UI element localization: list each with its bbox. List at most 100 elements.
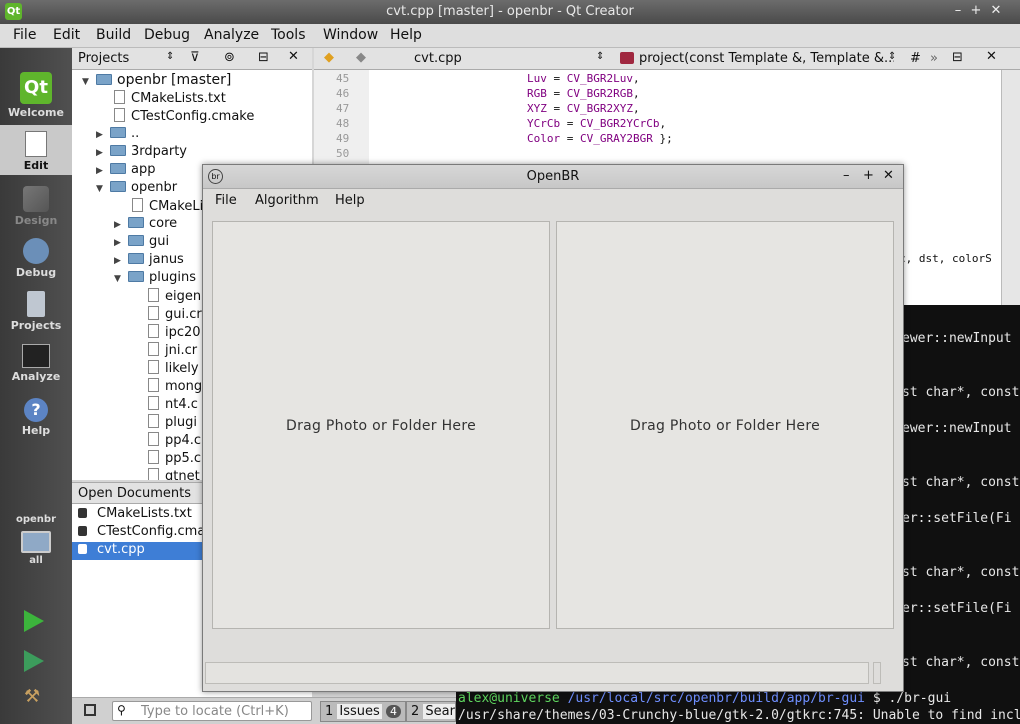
tree-item[interactable]: ▼ openbr [master]	[82, 72, 231, 90]
openbr-menu-file[interactable]: File	[215, 193, 237, 208]
minimize-button[interactable]: –	[950, 3, 966, 18]
line-number: 49	[336, 132, 350, 145]
folder-icon	[110, 181, 126, 192]
terminal-window[interactable]: ewer::newInput st char*, const ewer::new…	[900, 305, 1020, 724]
title-bar: Qt cvt.cpp [master] - openbr - Qt Creato…	[0, 0, 1020, 24]
link-icon[interactable]: ⊚	[224, 50, 235, 65]
tree-item[interactable]: CTestConfig.cmake	[114, 108, 254, 126]
mode-help[interactable]: ? Help	[0, 398, 72, 437]
menu-help[interactable]: Help	[390, 27, 422, 43]
terminal-line: st char*, const	[902, 565, 1020, 580]
tree-item[interactable]: ▶ janus	[114, 252, 184, 270]
back-arrow-icon[interactable]: ◆	[324, 50, 334, 65]
split-icon[interactable]: ⊟	[952, 50, 963, 65]
tree-item[interactable]: pp5.c	[148, 450, 201, 468]
line-number: 48	[336, 117, 350, 130]
mode-debug[interactable]: Debug	[0, 238, 72, 279]
tree-item[interactable]: qtnet	[148, 468, 200, 480]
kit-config: all	[29, 555, 43, 566]
openbr-menu-help[interactable]: Help	[335, 193, 365, 208]
terminal-prompt-area[interactable]: alex@universe /usr/local/src/openbr/buil…	[456, 690, 1020, 724]
mode-edit[interactable]: Edit	[0, 125, 72, 175]
tree-item[interactable]: CMakeLi	[132, 198, 203, 216]
tree-item[interactable]: plugi	[148, 414, 197, 432]
terminal-line: st char*, const	[902, 655, 1020, 670]
tree-item[interactable]: ▶ core	[114, 216, 177, 234]
terminal-line: /usr/share/themes/03-Crunchy-blue/gtk-2.…	[458, 708, 1020, 723]
openbr-minimize-button[interactable]: –	[843, 168, 850, 183]
folder-icon	[128, 217, 144, 228]
menu-window[interactable]: Window	[323, 27, 378, 43]
mode-analyze[interactable]: Analyze	[0, 344, 72, 383]
file-selector[interactable]: cvt.cpp	[414, 51, 462, 66]
tree-item[interactable]: ▼ plugins	[114, 270, 196, 288]
split-icon[interactable]: ⊟	[258, 50, 269, 65]
chevron-updown-icon[interactable]: ⇕	[596, 51, 604, 62]
tree-item[interactable]: ▶ 3rdparty	[96, 144, 187, 162]
tree-item[interactable]: eigen	[148, 288, 201, 306]
editor-scrollbar[interactable]	[1001, 70, 1020, 305]
tree-item[interactable]: ▶ app	[96, 162, 155, 180]
chevron-updown-icon[interactable]: ⇕	[166, 51, 174, 62]
help-icon: ?	[24, 398, 48, 422]
mode-projects[interactable]: Projects	[0, 291, 72, 332]
projects-view-select[interactable]: Projects	[78, 51, 129, 66]
mode-design[interactable]: Design	[0, 186, 72, 227]
openbr-status-bar	[205, 662, 869, 684]
run-icon[interactable]	[24, 610, 44, 632]
tree-item[interactable]: likely	[148, 360, 199, 378]
menu-tools[interactable]: Tools	[271, 27, 306, 43]
mode-label: Edit	[23, 159, 49, 172]
build-hammer-icon[interactable]: ⚒	[24, 686, 46, 707]
menu-file[interactable]: File	[13, 27, 36, 43]
file-icon	[148, 288, 159, 302]
menu-analyze[interactable]: Analyze	[204, 27, 259, 43]
menu-bar: File Edit Build Debug Analyze Tools Wind…	[0, 24, 1020, 48]
chevron-updown-icon[interactable]: ⇕	[888, 51, 896, 62]
terminal-line: ewer::newInput	[902, 421, 1012, 436]
projects-pane-header: Projects ⇕ ⊽ ⊚ ⊟ ✕	[72, 48, 312, 70]
resize-grip[interactable]	[873, 662, 881, 684]
menu-build[interactable]: Build	[96, 27, 131, 43]
filter-icon[interactable]: ⊽	[190, 50, 200, 65]
mode-welcome[interactable]: Qt Welcome	[0, 72, 72, 119]
tree-item[interactable]: gui.cr	[148, 306, 202, 324]
tree-item[interactable]: ▶ gui	[114, 234, 169, 252]
tree-item[interactable]: ▶..	[96, 126, 139, 144]
symbol-selector[interactable]: project(const Template &, Template &...	[639, 51, 894, 66]
tree-item[interactable]: mong	[148, 378, 202, 396]
line-number: 45	[336, 72, 350, 85]
toggle-sidebar-icon[interactable]	[84, 704, 96, 716]
tree-item[interactable]: ▼ openbr	[96, 180, 177, 198]
close-button[interactable]: ✕	[988, 3, 1004, 18]
close-pane-icon[interactable]: ✕	[288, 49, 299, 64]
file-icon	[148, 360, 159, 374]
menu-debug[interactable]: Debug	[144, 27, 190, 43]
left-drop-zone[interactable]: Drag Photo or Folder Here	[212, 221, 550, 629]
openbr-menu-algorithm[interactable]: Algorithm	[255, 193, 319, 208]
openbr-maximize-button[interactable]: +	[863, 168, 874, 183]
locator-input[interactable]: ⚲ Type to locate (Ctrl+K)	[112, 701, 312, 721]
terminal-line: er::setFile(Fi	[902, 601, 1012, 616]
tree-item[interactable]: nt4.c	[148, 396, 198, 414]
forward-arrow-icon[interactable]: ◆	[356, 50, 366, 65]
window-title: cvt.cpp [master] - openbr - Qt Creator	[386, 4, 634, 19]
menu-edit[interactable]: Edit	[53, 27, 80, 43]
openbr-close-button[interactable]: ✕	[883, 168, 894, 183]
more-icon[interactable]: »	[930, 51, 938, 66]
folder-icon	[96, 74, 112, 85]
kit-selector[interactable]: openbr all	[0, 514, 72, 566]
output-tab-search[interactable]: 2 Sear	[406, 701, 456, 722]
debug-run-icon[interactable]	[24, 650, 44, 672]
output-tab-issues[interactable]: 1 Issues 4	[320, 701, 406, 722]
file-icon	[132, 198, 143, 212]
tree-item[interactable]: CMakeLists.txt	[114, 90, 226, 108]
right-drop-zone[interactable]: Drag Photo or Folder Here	[556, 221, 894, 629]
file-icon	[148, 306, 159, 320]
maximize-button[interactable]: +	[968, 3, 984, 18]
tree-item[interactable]: jni.cr	[148, 342, 197, 360]
close-editor-icon[interactable]: ✕	[986, 49, 997, 64]
tree-item[interactable]: pp4.c	[148, 432, 201, 450]
tree-item[interactable]: ipc20	[148, 324, 201, 342]
hash-button[interactable]: #	[910, 51, 921, 66]
